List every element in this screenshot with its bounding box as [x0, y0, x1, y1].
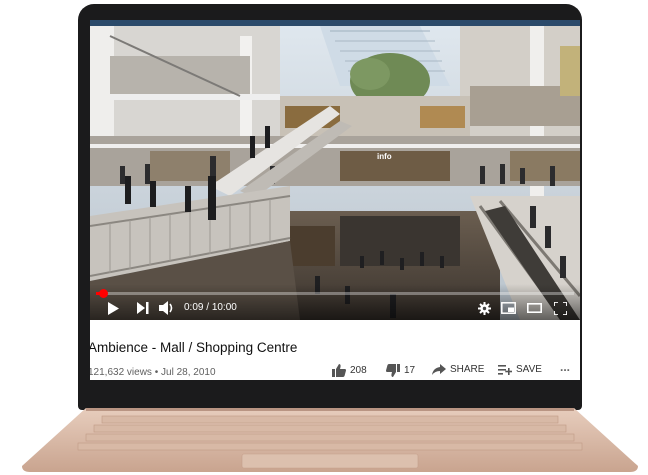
- touchpad: [241, 453, 419, 469]
- miniplayer-button[interactable]: [498, 298, 518, 318]
- video-player[interactable]: info: [90, 26, 580, 320]
- save-playlist-icon: [498, 365, 512, 375]
- volume-button[interactable]: [158, 298, 176, 318]
- dislike-icon: [386, 364, 400, 377]
- like-icon: [332, 364, 346, 377]
- next-icon: [137, 302, 149, 314]
- like-count: 208: [350, 365, 367, 376]
- miniplayer-icon: [500, 302, 516, 314]
- view-count: 121,632 views: [90, 367, 152, 378]
- settings-icon: [477, 301, 491, 315]
- stats-separator: •: [154, 367, 159, 378]
- youtube-page: info 0:09 / 10:00 Ambience - Mall / Shop…: [90, 26, 580, 380]
- time-display: 0:09 / 10:00: [184, 302, 237, 313]
- upload-date: Jul 28, 2010: [161, 367, 216, 378]
- volume-icon: [159, 301, 173, 315]
- duration: 10:00: [211, 302, 237, 313]
- share-button[interactable]: SHARE: [432, 364, 484, 375]
- video-title[interactable]: Ambience - Mall / Shopping Centre: [90, 340, 297, 355]
- play-icon: [108, 301, 119, 315]
- like-button[interactable]: 208: [332, 364, 367, 377]
- save-label: SAVE: [516, 364, 542, 375]
- theater-mode-button[interactable]: [524, 298, 544, 318]
- dislike-count: 17: [404, 365, 416, 376]
- theater-icon: [526, 303, 542, 313]
- progress-bar[interactable]: [96, 289, 574, 298]
- mall-info-sign: info: [377, 152, 392, 161]
- more-icon: ...: [560, 360, 571, 374]
- laptop-base: [22, 408, 638, 472]
- video-info-panel: Ambience - Mall / Shopping Centre 121,63…: [90, 320, 580, 380]
- video-frame-mall-scene: info: [90, 26, 580, 320]
- time-separator: /: [206, 302, 210, 313]
- current-time: 0:09: [184, 302, 204, 313]
- next-button[interactable]: [134, 298, 152, 318]
- share-icon: [432, 364, 446, 375]
- share-label: SHARE: [450, 364, 485, 375]
- settings-button[interactable]: [474, 298, 494, 318]
- fullscreen-button[interactable]: [550, 298, 570, 318]
- save-button[interactable]: SAVE: [498, 364, 542, 375]
- play-button[interactable]: [104, 298, 122, 318]
- more-actions-button[interactable]: ...: [556, 360, 570, 374]
- fullscreen-icon: [553, 301, 567, 315]
- dislike-button[interactable]: 17: [386, 364, 415, 377]
- video-stats: 121,632 views • Jul 28, 2010: [90, 367, 216, 378]
